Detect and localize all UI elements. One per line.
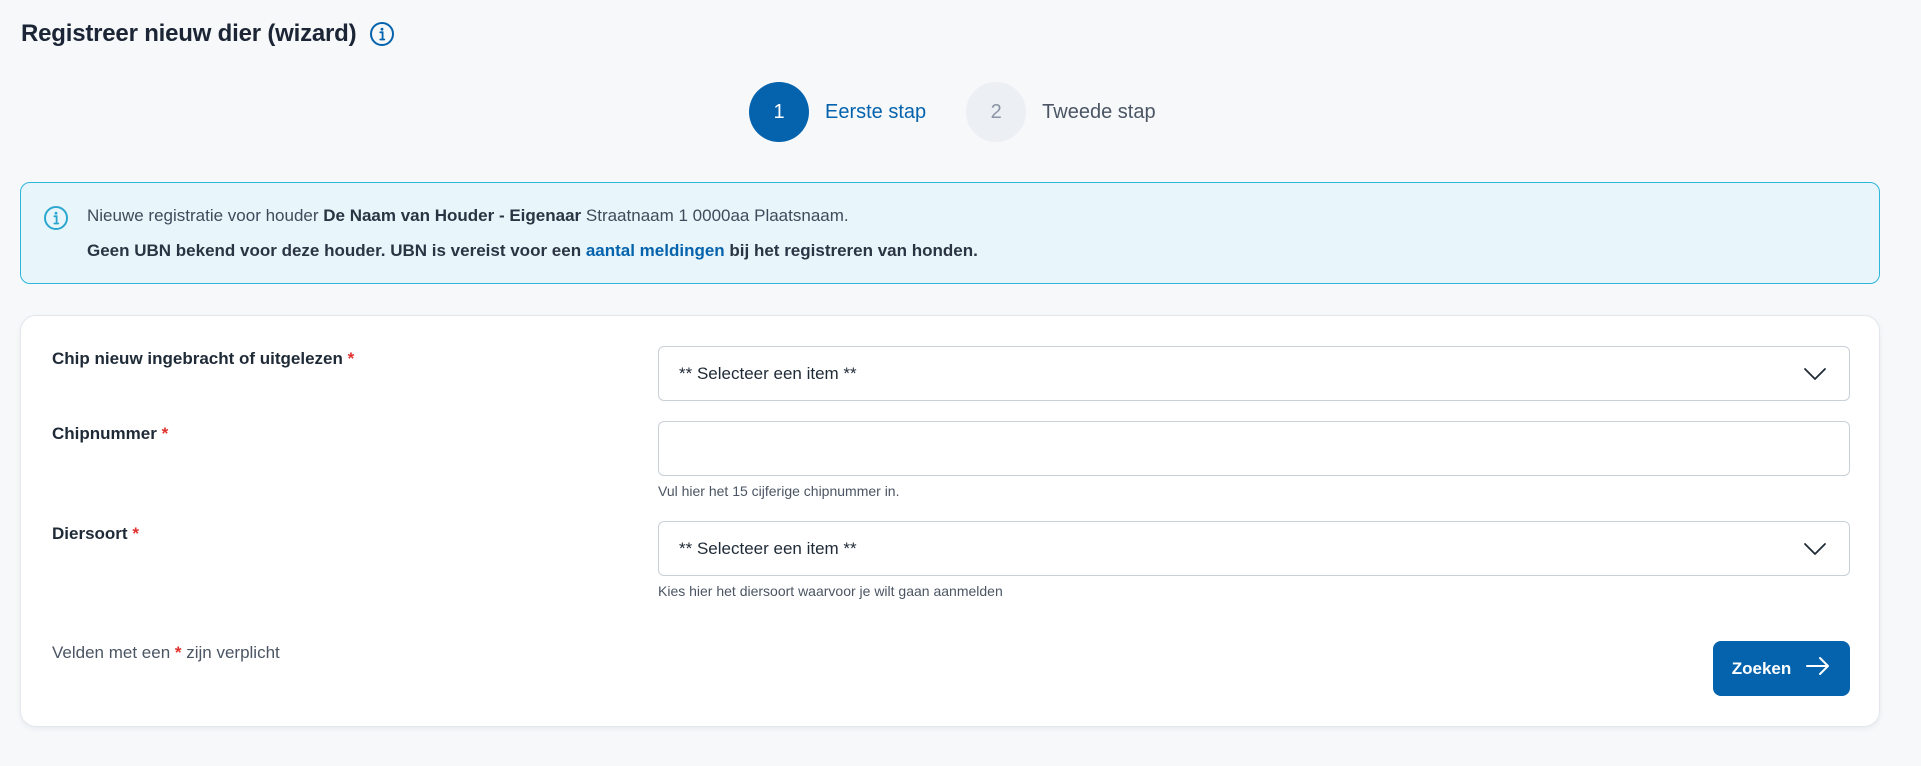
aantal-meldingen-link[interactable]: aantal meldingen [586, 241, 725, 260]
select-value: ** Selecteer een item ** [679, 539, 857, 558]
step-label: Tweede stap [1042, 100, 1156, 123]
page-header: Registreer nieuw dier (wizard) [21, 20, 396, 48]
step-2[interactable]: 2 Tweede stap [966, 82, 1156, 142]
chip-source-select[interactable]: ** Selecteer een item ** [658, 346, 1850, 401]
info-circle-icon[interactable] [368, 20, 396, 48]
required-mark: * [161, 424, 169, 443]
label-text: Diersoort [52, 524, 128, 543]
info-circle-icon [43, 205, 69, 231]
holder-name: De Naam van Houder - Eigenaar [323, 206, 582, 225]
alert-holder-line: Nieuwe registratie voor houder De Naam v… [87, 206, 849, 226]
label-text: Chip nieuw ingebracht of uitgelezen [52, 349, 343, 368]
chevron-down-icon [1803, 539, 1827, 559]
diersoort-label: Diersoort * [52, 524, 139, 544]
chipnummer-input[interactable] [659, 422, 1849, 475]
info-alert: Nieuwe registratie voor houder De Naam v… [20, 182, 1880, 284]
chipnummer-label: Chipnummer * [52, 424, 168, 444]
required-mark: * [132, 524, 139, 543]
alert-ubn-line: Geen UBN bekend voor deze houder. UBN is… [87, 241, 978, 261]
step-label: Eerste stap [825, 100, 927, 123]
diersoort-select[interactable]: ** Selecteer een item ** [658, 521, 1850, 576]
label-text: Chipnummer [52, 424, 157, 443]
note-suffix: zijn verplicht [181, 643, 280, 662]
alert-text-prefix: Nieuwe registratie voor houder [87, 206, 324, 225]
chip-source-label: Chip nieuw ingebracht of uitgelezen * [52, 349, 354, 369]
arrow-right-icon [1805, 656, 1831, 681]
alert-text-suffix: bij het registreren van honden. [724, 241, 978, 260]
select-value: ** Selecteer een item ** [679, 364, 857, 383]
chipnummer-hint: Vul hier het 15 cijferige chipnummer in. [658, 483, 900, 499]
alert-text-prefix: Geen UBN bekend voor deze houder. UBN is… [87, 241, 586, 260]
required-fields-note: Velden met een * zijn verplicht [52, 643, 280, 663]
wizard-stepper: 1 Eerste stap 2 Tweede stap [749, 82, 1196, 142]
holder-address: Straatnaam 1 0000aa Plaatsnaam. [581, 206, 849, 225]
registration-form-card: Chip nieuw ingebracht of uitgelezen * **… [20, 315, 1880, 727]
chevron-down-icon [1803, 364, 1827, 384]
zoeken-button[interactable]: Zoeken [1713, 641, 1850, 696]
step-number: 2 [966, 82, 1027, 142]
step-1[interactable]: 1 Eerste stap [749, 82, 926, 142]
step-number: 1 [749, 82, 809, 142]
required-mark: * [347, 349, 355, 368]
chipnummer-field[interactable] [658, 421, 1850, 476]
page-title: Registreer nieuw dier (wizard) [21, 20, 357, 47]
note-prefix: Velden met een [52, 643, 175, 662]
button-label: Zoeken [1731, 658, 1792, 678]
diersoort-hint: Kies hier het diersoort waarvoor je wilt… [658, 583, 1003, 599]
required-mark: * [174, 643, 182, 662]
